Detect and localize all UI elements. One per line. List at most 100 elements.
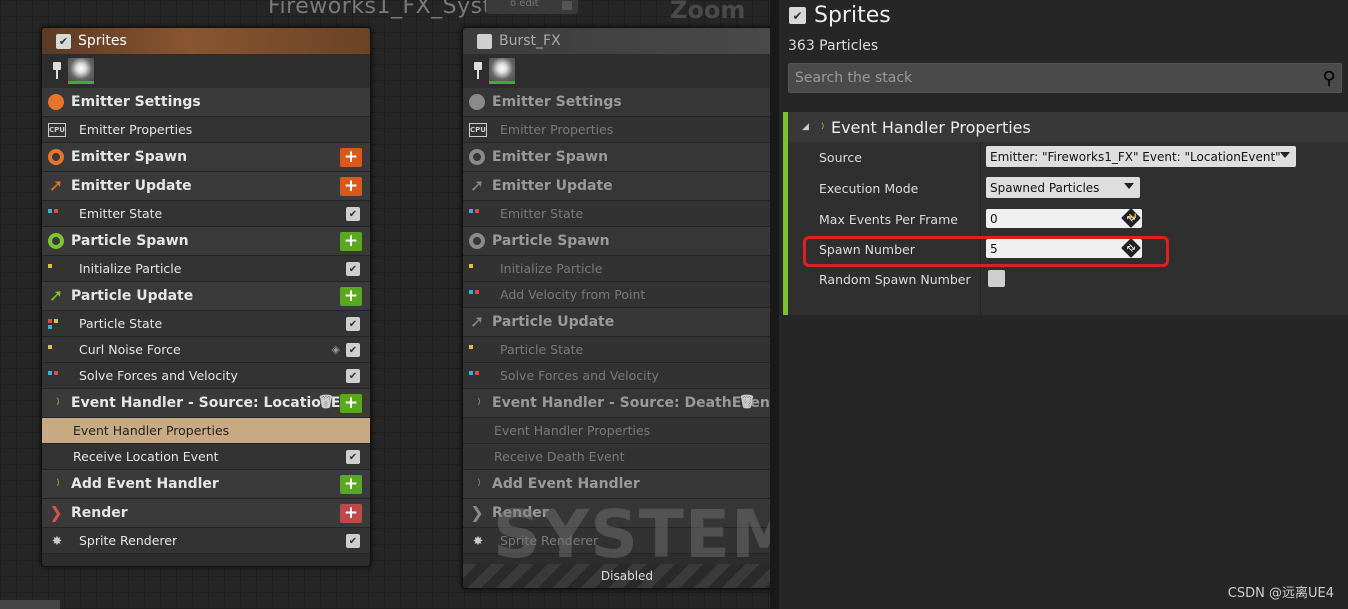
update-arrow-icon: ➚	[469, 311, 485, 332]
row-label: Particle Update	[71, 288, 194, 304]
random-spawn-checkbox[interactable]	[988, 270, 1005, 287]
row-label: Emitter State	[500, 206, 584, 221]
enable-checkbox[interactable]: ✔	[346, 343, 360, 357]
emitter-thumbnail	[489, 58, 515, 84]
stack-module-initialize-particle[interactable]: Initialize Particle ✔	[42, 256, 370, 282]
emitter-enabled-checkbox[interactable]: ✔	[789, 7, 806, 24]
stack-section-emitter-settings[interactable]: Emitter Settings	[463, 88, 770, 117]
add-module-button[interactable]: +	[340, 287, 362, 306]
niagara-graph-canvas[interactable]: Fireworks1_FX_System o edit Zoom -1 ✔ Sp…	[0, 0, 770, 609]
enable-checkbox[interactable]: ✔	[346, 317, 360, 331]
pin-icon[interactable]	[50, 62, 64, 80]
emitter-header[interactable]: ✔ Sprites	[42, 28, 370, 54]
event-wifi-icon: ◝	[813, 119, 828, 135]
stack-section-particle-update[interactable]: ➚Particle Update+	[463, 308, 770, 337]
stack-module-particle-state[interactable]: Particle State	[463, 337, 770, 363]
stack-module-emitter-state[interactable]: Emitter State	[463, 201, 770, 227]
stack-module-receive-location-event[interactable]: Receive Location Event ✔	[42, 444, 370, 470]
stack-section-emitter-update[interactable]: ➚Emitter Update+	[42, 172, 370, 201]
stack-section-particle-spawn[interactable]: Particle Spawn +	[42, 227, 370, 256]
search-input[interactable]	[789, 64, 1317, 92]
stack-module-add-velocity-from-point[interactable]: Add Velocity from Point	[463, 282, 770, 308]
enable-checkbox[interactable]: ✔	[346, 262, 360, 276]
edit-tag-icon	[562, 1, 572, 10]
watermark: CSDN @远离UE4	[1227, 586, 1334, 601]
spawn-circle-icon	[468, 148, 486, 166]
row-label: Emitter Properties	[500, 122, 614, 137]
add-module-button[interactable]: +	[340, 394, 362, 413]
module-dots-icon	[469, 207, 487, 221]
emitter-settings-icon	[47, 93, 65, 111]
row-label: Particle Spawn	[71, 233, 189, 249]
stack-section-add-event-handler[interactable]: ◝Add Event Handler+	[42, 470, 370, 499]
stack-module-solve-forces-and-velocity[interactable]: Solve Forces and Velocity ✔	[42, 363, 370, 389]
stack-module-emitter-properties[interactable]: CPU Emitter Properties	[463, 117, 770, 143]
stack-section-particle-update[interactable]: ➚ Particle Update +	[42, 282, 370, 311]
add-module-button[interactable]: +	[340, 232, 362, 251]
category-header[interactable]: ◢ ◝ Event Handler Properties	[788, 112, 1348, 142]
stack-section-particle-spawn[interactable]: Particle Spawn+	[463, 227, 770, 256]
highlight-annotation-box	[803, 236, 1169, 267]
stack-section-emitter-update[interactable]: ➚Emitter Update+	[463, 172, 770, 201]
stack-rows: Emitter Settings CPU Emitter Properties Emi…	[42, 88, 370, 554]
add-module-button[interactable]: +	[340, 148, 362, 167]
emitter-header[interactable]: Burst_FX	[463, 28, 770, 54]
stack-module-emitter-properties[interactable]: CPU Emitter Properties	[42, 117, 370, 143]
stack-section-emitter-spawn[interactable]: Emitter Spawn+	[463, 143, 770, 172]
reset-to-default-icon[interactable]: ↵	[1128, 210, 1138, 224]
execution-mode-dropdown[interactable]: Spawned Particles	[986, 177, 1140, 198]
stack-section-event-handler-source-deatheven[interactable]: ◝Event Handler - Source: DeathEven+🗑	[463, 389, 770, 418]
collapse-triangle-icon[interactable]: ◢	[802, 122, 809, 132]
row-label: Solve Forces and Velocity	[79, 368, 238, 383]
add-module-button[interactable]: +	[340, 475, 362, 494]
cpu-icon: CPU	[469, 122, 487, 137]
stack-section-emitter-spawn[interactable]: Emitter Spawn+	[42, 143, 370, 172]
stack-search-box: ⚲	[788, 63, 1342, 93]
stack-module-event-handler-properties[interactable]: Event Handler Properties	[42, 418, 370, 444]
event-wifi-icon: ◝	[469, 395, 485, 411]
emitter-enable-checkbox[interactable]: ✔	[56, 33, 71, 49]
enable-checkbox[interactable]: ✔	[346, 450, 360, 464]
stack-module-event-handler-properties[interactable]: Event Handler Properties	[463, 418, 770, 444]
stack-module-curl-noise-force[interactable]: Curl Noise Force ◈ ✔	[42, 337, 370, 363]
pin-icon[interactable]	[471, 62, 485, 80]
trash-icon[interactable]: 🗑	[317, 395, 334, 410]
max-events-label: Max Events Per Frame	[819, 211, 958, 227]
enable-checkbox[interactable]: ✔	[346, 207, 360, 221]
panel-splitter[interactable]	[770, 0, 779, 609]
emitter-enable-checkbox[interactable]	[477, 33, 492, 49]
trash-icon[interactable]: 🗑	[738, 395, 755, 410]
stack-module-emitter-state[interactable]: Emitter State ✔	[42, 201, 370, 227]
stack-section-render[interactable]: ❯ Render +	[42, 499, 370, 528]
stack-section-event-handler-source-locationev[interactable]: ◝ Event Handler - Source: LocationEv + 🗑	[42, 389, 370, 418]
event-wifi-icon: ◝	[48, 395, 64, 411]
emitter-node-sprites[interactable]: ✔ Sprites Emitter Settings CPU Emitter Pro…	[41, 27, 371, 567]
enable-checkbox[interactable]: ✔	[346, 534, 360, 548]
stack-section-add-event-handler[interactable]: ◝Add Event Handler+	[463, 470, 770, 499]
stack-module-initialize-particle[interactable]: Initialize Particle	[463, 256, 770, 282]
emitter-node-burst-fx[interactable]: Burst_FX Emitter Settings CPU Emitter Prop…	[462, 27, 770, 589]
row-label: Add Event Handler	[492, 476, 640, 492]
event-handler-properties-category: ◢ ◝ Event Handler Properties Source Emit…	[783, 112, 1348, 315]
random-spawn-label: Random Spawn Number	[819, 271, 971, 287]
stack-module-particle-state[interactable]: Particle State ✔	[42, 311, 370, 337]
stack-module-receive-death-event[interactable]: Receive Death Event	[463, 444, 770, 470]
stack-module-solve-forces-and-velocity[interactable]: Solve Forces and Velocity	[463, 363, 770, 389]
spawn-circle-icon	[47, 148, 65, 166]
max-events-input[interactable]: 0 ⇄	[986, 208, 1142, 228]
add-module-button[interactable]: +	[340, 177, 362, 196]
search-icon[interactable]: ⚲	[1317, 68, 1341, 89]
cube-icon: ◈	[331, 343, 340, 356]
spawn-circle-icon	[468, 232, 486, 250]
update-arrow-icon: ➚	[48, 285, 64, 306]
selection-details-panel: ✔ Sprites 363 Particles ⚲ ◢ ◝ Event Hand…	[779, 0, 1348, 609]
add-module-button[interactable]: +	[340, 504, 362, 523]
update-arrow-icon: ➚	[469, 175, 485, 196]
enable-checkbox[interactable]: ✔	[346, 369, 360, 383]
stack-module-sprite-renderer[interactable]: ✸ Sprite Renderer ✔	[42, 528, 370, 554]
row-label: Emitter State	[79, 206, 163, 221]
emitter-name: Burst_FX	[499, 33, 561, 49]
source-dropdown[interactable]: Emitter: "Fireworks1_FX" Event: "Locatio…	[986, 146, 1296, 167]
stack-section-emitter-settings[interactable]: Emitter Settings	[42, 88, 370, 117]
row-label: Receive Location Event	[73, 449, 219, 464]
